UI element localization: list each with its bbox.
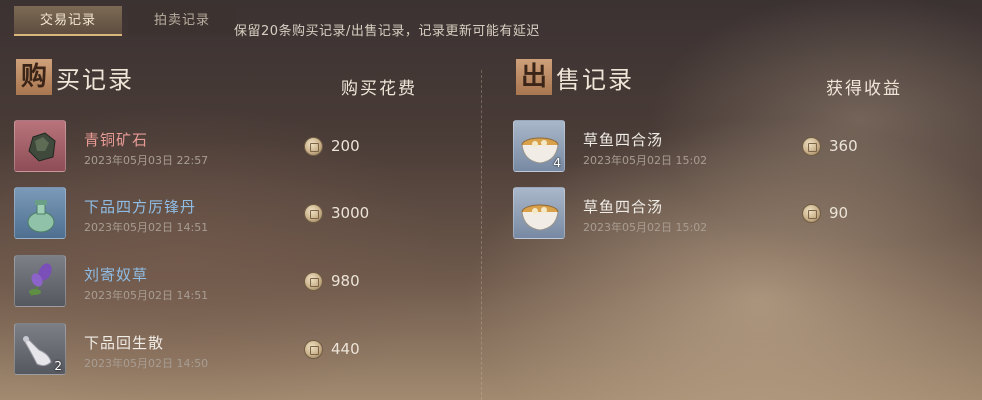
bronze-ore-icon [14,120,66,172]
buy-price: 3000 [331,204,370,222]
section-divider [481,70,482,400]
sell-price: 360 [829,137,858,155]
buy-row[interactable]: 下品四方厉锋丹 2023年05月02日 14:51 3000 [14,187,474,241]
buy-title-text: 买记录 [56,65,134,94]
coin-icon [304,203,323,223]
buy-item-name: 刘寄奴草 [84,266,149,284]
coin-icon [304,271,323,291]
sell-title-text: 售记录 [556,65,634,94]
sell-income-header: 获得收益 [826,79,902,99]
buy-row[interactable]: 刘寄奴草 2023年05月02日 14:51 980 [14,255,474,309]
buy-cost-header: 购买花费 [341,79,417,99]
coin-icon [304,136,323,156]
sell-row[interactable]: 草鱼四合汤 2023年05月02日 15:02 90 [513,187,953,241]
medicine-gourd-icon: 2 [14,323,66,375]
buy-item-time: 2023年05月02日 14:51 [84,221,209,234]
buy-title-box: 购 [16,59,52,95]
buy-price: 200 [331,137,360,155]
herb-icon [14,255,66,307]
buy-item-time: 2023年05月02日 14:50 [84,357,209,370]
buy-cost: 440 [304,339,360,359]
buy-item-name: 青铜矿石 [84,131,149,149]
buy-item-name: 下品回生散 [84,334,165,352]
sell-item-time: 2023年05月02日 15:02 [583,154,708,167]
soup-bowl-icon: 4 [513,120,565,172]
tab-trade-records[interactable]: 交易记录 [14,6,123,36]
item-quantity: 2 [54,359,62,373]
coin-icon [802,136,821,156]
record-tabs: 交易记录 拍卖记录 [14,6,237,36]
buy-cost: 200 [304,136,360,156]
buy-item-time: 2023年05月03日 22:57 [84,154,209,167]
buy-item-name: 下品四方厉锋丹 [84,198,197,216]
sell-item-name: 草鱼四合汤 [583,198,664,216]
coin-icon [304,339,323,359]
item-quantity: 4 [553,156,561,170]
sell-title-box: 出 [516,59,552,95]
sell-price: 90 [829,204,849,222]
sell-item-time: 2023年05月02日 15:02 [583,221,708,234]
buy-row[interactable]: 青铜矿石 2023年05月03日 22:57 200 [14,120,474,174]
buy-price: 440 [331,340,360,358]
sell-item-name: 草鱼四合汤 [583,131,664,149]
sell-income: 90 [802,203,848,223]
buy-row[interactable]: 2 下品回生散 2023年05月02日 14:50 440 [14,323,474,377]
sell-income: 360 [802,136,858,156]
coin-icon [802,203,821,223]
buy-item-time: 2023年05月02日 14:51 [84,289,209,302]
retention-notice: 保留20条购买记录/出售记录，记录更新可能有延迟 [234,24,540,39]
sell-row[interactable]: 4 草鱼四合汤 2023年05月02日 15:02 360 [513,120,953,174]
buy-cost: 980 [304,271,360,291]
buy-cost: 3000 [304,203,369,223]
buy-section-title: 购 买记录 [16,58,134,96]
pill-bottle-icon [14,187,66,239]
tab-auction-records[interactable]: 拍卖记录 [128,6,237,36]
soup-bowl-icon [513,187,565,239]
buy-price: 980 [331,272,360,290]
sell-section-title: 出 售记录 [516,58,634,96]
